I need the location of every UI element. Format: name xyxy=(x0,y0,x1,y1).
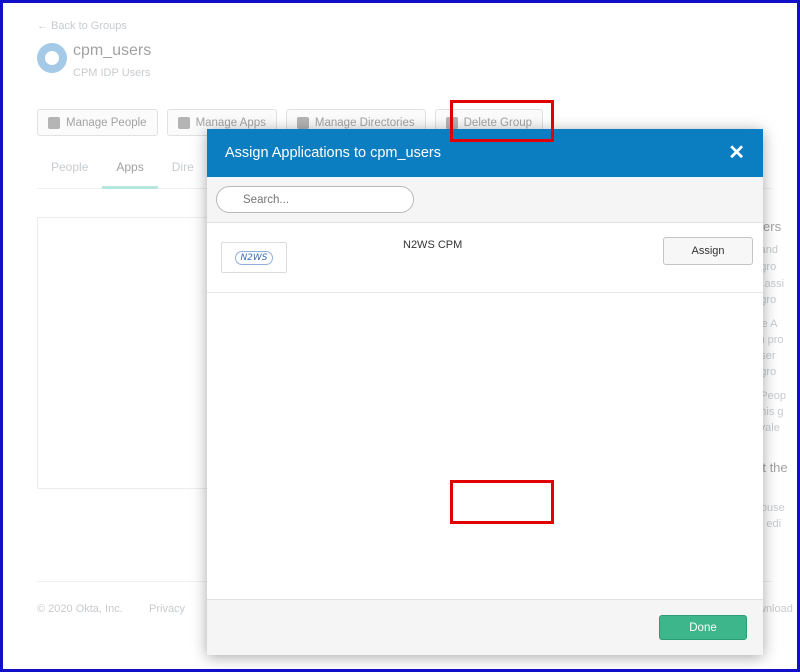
app-logo: N2WS xyxy=(221,242,287,273)
done-button[interactable]: Done xyxy=(659,615,747,640)
dialog-title: Assign Applications to cpm_users xyxy=(225,145,441,161)
close-icon[interactable]: ✕ xyxy=(728,143,745,163)
assign-button[interactable]: Assign xyxy=(663,237,753,265)
search-input[interactable] xyxy=(216,186,414,213)
screenshot-frame: ← Back to Groups cpm_users CPM IDP Users… xyxy=(0,0,800,672)
assign-applications-dialog: Assign Applications to cpm_users ✕ N2WS … xyxy=(207,129,763,655)
done-highlight-box xyxy=(450,480,554,524)
dialog-footer: Done xyxy=(207,599,763,655)
n2ws-logo: N2WS xyxy=(235,250,273,265)
app-row: N2WS N2WS CPM Assign xyxy=(207,223,763,293)
app-name: N2WS CPM xyxy=(403,239,463,251)
search-bar xyxy=(207,177,763,223)
assign-highlight-box xyxy=(450,100,554,142)
